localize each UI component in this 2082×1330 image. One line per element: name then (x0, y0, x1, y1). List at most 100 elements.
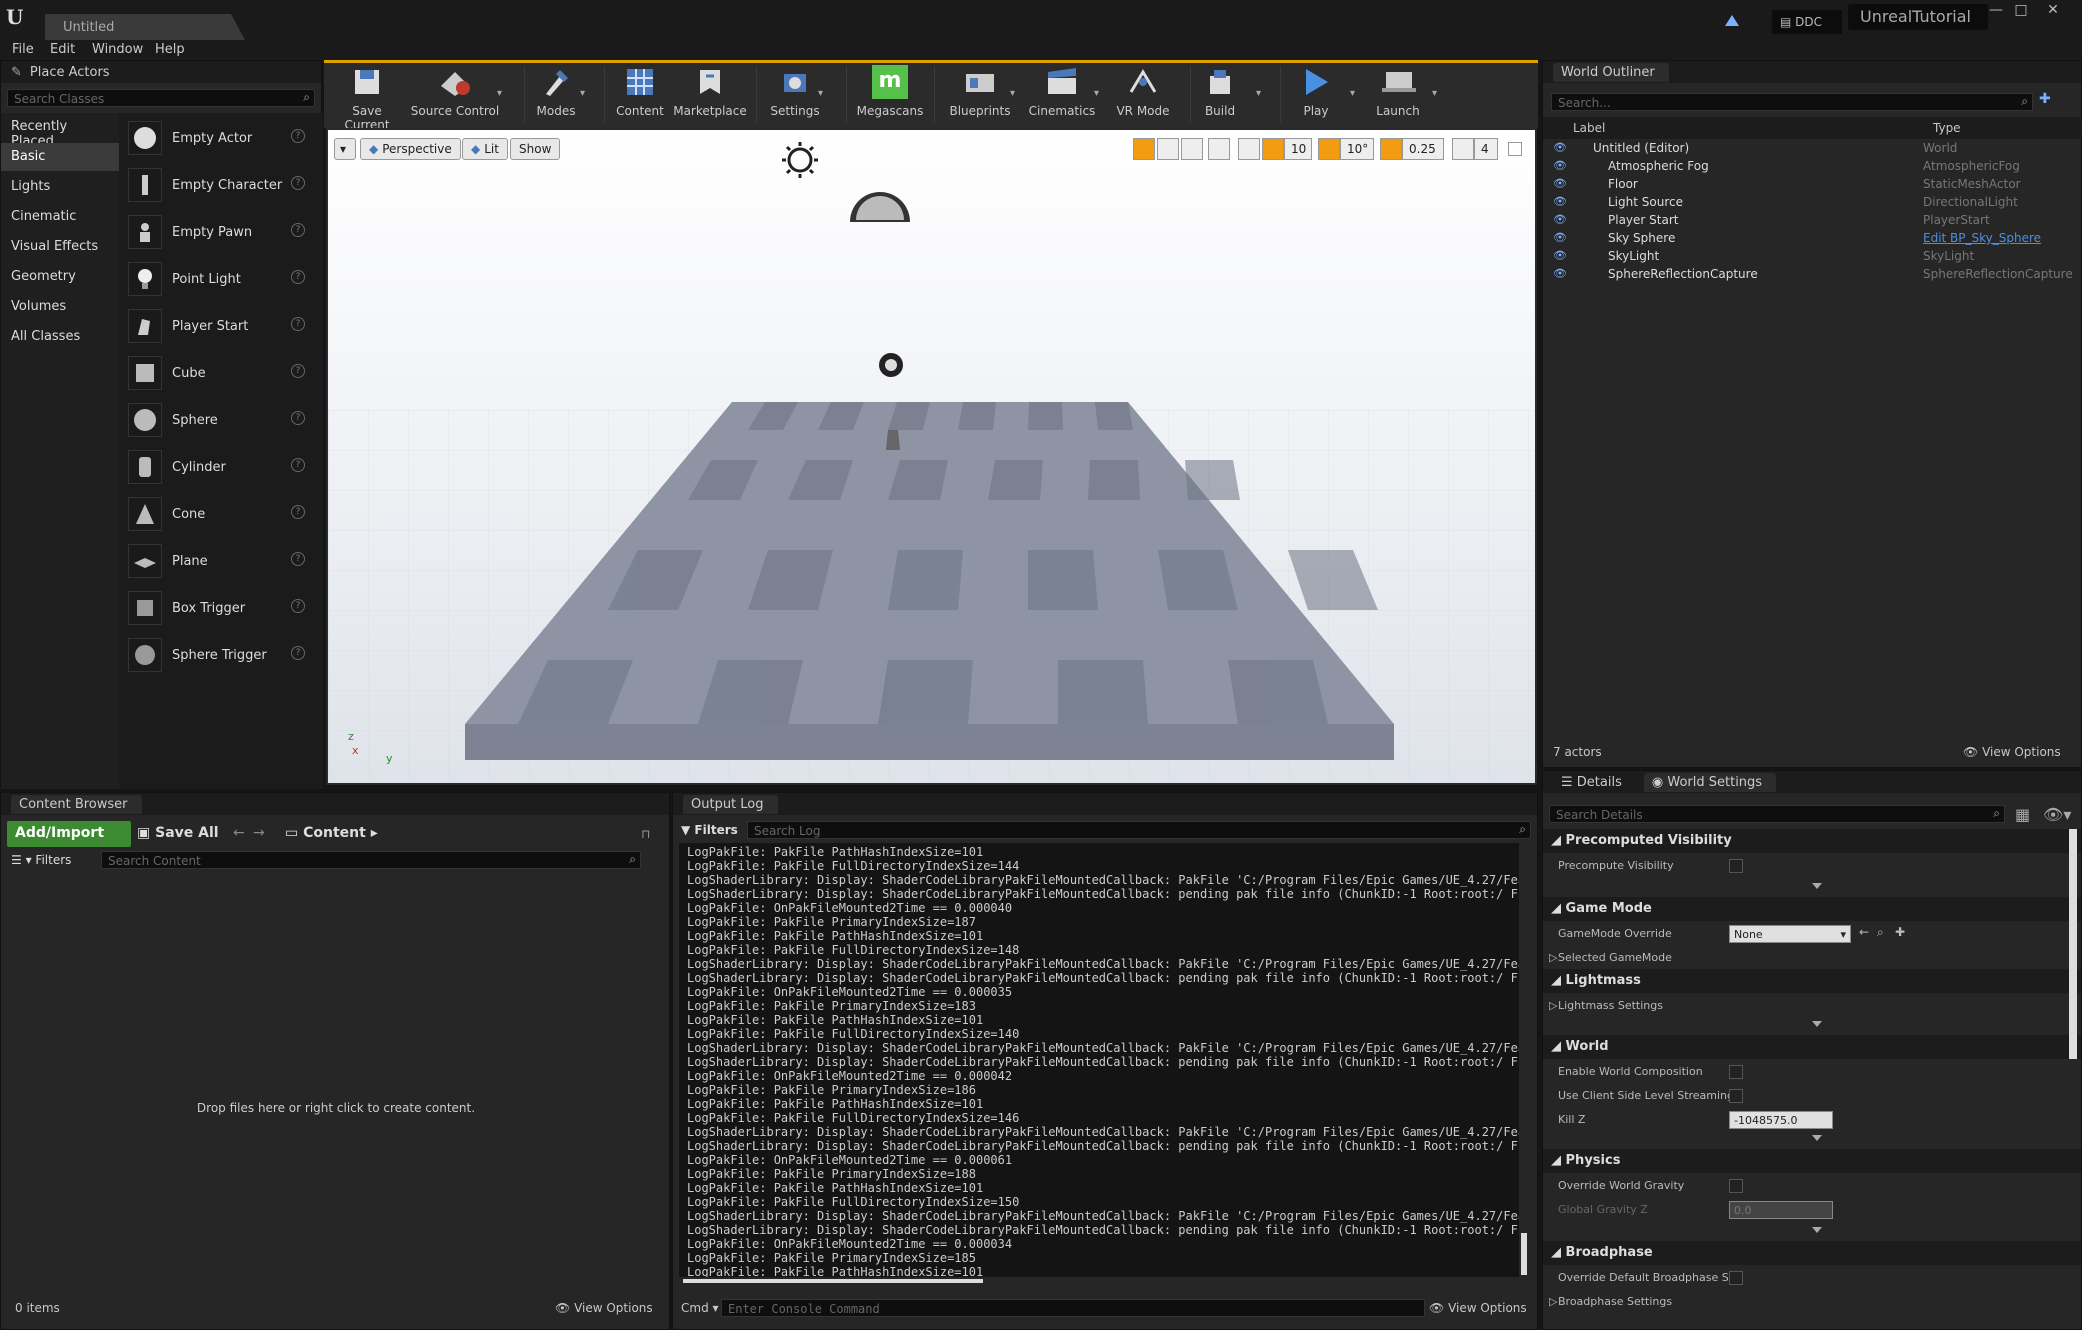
cmd-dropdown[interactable]: Cmd ▾ (681, 1301, 719, 1315)
launch-button[interactable]: Launch (1370, 64, 1426, 126)
visibility-icon[interactable]: 👁 (1553, 195, 1567, 208)
property-row[interactable]: ▷ Lightmass Settings (1543, 995, 2081, 1017)
content-search-input[interactable]: Search Content ⌕ (101, 851, 641, 869)
log-text-area[interactable]: LogPakFile: PakFile PathHashIndexSize=10… (679, 843, 1519, 1277)
add-actor-icon[interactable]: ✚ (2039, 91, 2065, 113)
filters-button[interactable]: ☰ ▾ Filters (11, 853, 71, 867)
expand-advanced-icon[interactable] (1812, 883, 1822, 889)
surface-snap-icon[interactable] (1238, 138, 1260, 160)
section-precomputed-visibility[interactable]: ◢ Precomputed Visibility (1543, 829, 2081, 853)
chevron-down-icon[interactable]: ▾ (1432, 88, 1437, 99)
outliner-search-input[interactable]: Search... ⌕ (1551, 93, 2033, 111)
world-outliner-tab[interactable]: World Outliner (1543, 61, 2081, 83)
table-row[interactable]: 👁 Light Source DirectionalLight (1543, 195, 2082, 213)
kill-z-field[interactable]: -1048575.0 (1729, 1111, 1833, 1129)
log-view-options[interactable]: 👁 View Options (1429, 1301, 1527, 1315)
actor-item[interactable]: Empty Character? (123, 163, 313, 207)
level-viewport[interactable]: ▾ ◆ Perspective ◆ Lit Show 10 10° 0.25 4 z… (326, 128, 1537, 785)
breadcrumb[interactable]: ▭ Content ▸ (285, 825, 378, 841)
marketplace-button[interactable]: Marketplace (672, 64, 748, 126)
actor-item[interactable]: Cylinder? (123, 445, 313, 489)
browse-icon[interactable]: ⌕ (1877, 925, 1884, 940)
grid-snap-value[interactable]: 10 (1284, 138, 1312, 160)
maximize-viewport-icon[interactable] (1508, 142, 1522, 156)
place-actors-tab[interactable]: ✎ Place Actors (1, 61, 321, 83)
visibility-icon[interactable]: 👁 (1553, 231, 1567, 244)
expand-advanced-icon[interactable] (1812, 1021, 1822, 1027)
table-row[interactable]: 👁 Floor StaticMeshActor (1543, 177, 2082, 195)
outliner-view-options[interactable]: 👁 View Options (1963, 745, 2061, 759)
scale-snap-value[interactable]: 0.25 (1402, 138, 1444, 160)
actor-item[interactable]: Empty Actor? (123, 116, 313, 160)
chevron-down-icon[interactable]: ▾ (1010, 88, 1015, 99)
menu-edit[interactable]: Edit (50, 42, 75, 57)
client-streaming-checkbox[interactable] (1729, 1089, 1743, 1103)
precompute-visibility-checkbox[interactable] (1729, 859, 1743, 873)
megascans-button[interactable]: m Megascans (852, 64, 928, 126)
property-row[interactable]: ▷ Broadphase Settings (1543, 1291, 2081, 1313)
section-game-mode[interactable]: ◢ Game Mode (1543, 897, 2081, 921)
rotate-icon[interactable] (1157, 138, 1179, 160)
property-matrix-icon[interactable]: ▦ (2015, 805, 2037, 825)
help-icon[interactable]: ? (291, 364, 305, 378)
actor-item[interactable]: Sphere? (123, 398, 313, 442)
viewport-menu-button[interactable]: ▾ (334, 138, 356, 160)
category-cinematic[interactable]: Cinematic (1, 203, 119, 231)
use-selected-icon[interactable]: ← (1859, 925, 1869, 939)
details-search-input[interactable]: Search Details ⌕ (1549, 805, 2005, 823)
chevron-down-icon[interactable]: ▾ (1256, 88, 1261, 99)
table-row[interactable]: 👁 Player Start PlayerStart (1543, 213, 2082, 231)
visibility-icon[interactable]: 👁 (1553, 141, 1567, 154)
help-icon[interactable]: ? (291, 505, 305, 519)
section-broadphase[interactable]: ◢ Broadphase (1543, 1241, 2081, 1265)
settings-button[interactable]: Settings (764, 64, 826, 126)
visibility-icon[interactable]: 👁 (1553, 177, 1567, 190)
add-import-button[interactable]: Add/Import (7, 821, 131, 847)
camera-speed-icon[interactable] (1452, 138, 1474, 160)
show-button[interactable]: Show (510, 138, 561, 160)
search-classes-input[interactable]: Search Classes ⌕ (7, 89, 315, 107)
help-icon[interactable]: ? (291, 223, 305, 237)
table-row[interactable]: 👁 SphereReflectionCapture SphereReflection… (1543, 267, 2082, 285)
rotation-snap-icon[interactable] (1318, 138, 1340, 160)
blueprints-button[interactable]: Blueprints (942, 64, 1018, 126)
maximize-button[interactable]: □ (2010, 2, 2032, 20)
translate-icon[interactable] (1133, 138, 1155, 160)
world-composition-checkbox[interactable] (1729, 1065, 1743, 1079)
tab-world-settings[interactable]: ◉ World Settings (1643, 772, 1777, 792)
visibility-icon[interactable]: 👁 (1553, 213, 1567, 226)
tab-details[interactable]: ☰ Details (1553, 772, 1636, 792)
chevron-down-icon[interactable]: ▾ (1094, 88, 1099, 99)
section-physics[interactable]: ◢ Physics (1543, 1149, 2081, 1173)
help-icon[interactable]: ? (291, 552, 305, 566)
menu-help[interactable]: Help (155, 42, 185, 57)
override-broadphase-checkbox[interactable] (1729, 1271, 1743, 1285)
visibility-icon[interactable]: 👁 (1553, 267, 1567, 280)
help-icon[interactable]: ? (291, 317, 305, 331)
category-lights[interactable]: Lights (1, 173, 119, 201)
help-icon[interactable]: ? (291, 599, 305, 613)
level-tab[interactable]: Untitled (45, 14, 245, 40)
section-world[interactable]: ◢ World (1543, 1035, 2081, 1059)
help-icon[interactable]: ? (291, 176, 305, 190)
actor-item[interactable]: Empty Pawn? (123, 210, 313, 254)
category-volumes[interactable]: Volumes (1, 293, 119, 321)
output-log-tab[interactable]: Output Log (673, 793, 1537, 815)
build-button[interactable]: Build (1196, 64, 1244, 126)
gamemode-override-dropdown[interactable]: None ▾ (1729, 925, 1851, 943)
chevron-down-icon[interactable]: ▾ (497, 88, 502, 99)
lit-button[interactable]: ◆ Lit (462, 138, 508, 160)
chevron-down-icon[interactable]: ▾ (1350, 88, 1355, 99)
log-scrollbar[interactable] (1521, 1233, 1527, 1275)
save-current-button[interactable]: Save Current (328, 64, 406, 132)
help-icon[interactable]: ? (291, 270, 305, 284)
actor-item[interactable]: Point Light? (123, 257, 313, 301)
chevron-down-icon[interactable]: ▾ (818, 88, 823, 99)
help-icon[interactable]: ? (291, 646, 305, 660)
help-icon[interactable]: ? (291, 458, 305, 472)
category-recently-placed[interactable]: Recently Placed (1, 113, 119, 149)
visibility-icon[interactable]: 👁 (1553, 159, 1567, 172)
lock-icon[interactable]: ⊓ (641, 827, 650, 841)
category-geometry[interactable]: Geometry (1, 263, 119, 291)
actor-item[interactable]: Cube? (123, 351, 313, 395)
